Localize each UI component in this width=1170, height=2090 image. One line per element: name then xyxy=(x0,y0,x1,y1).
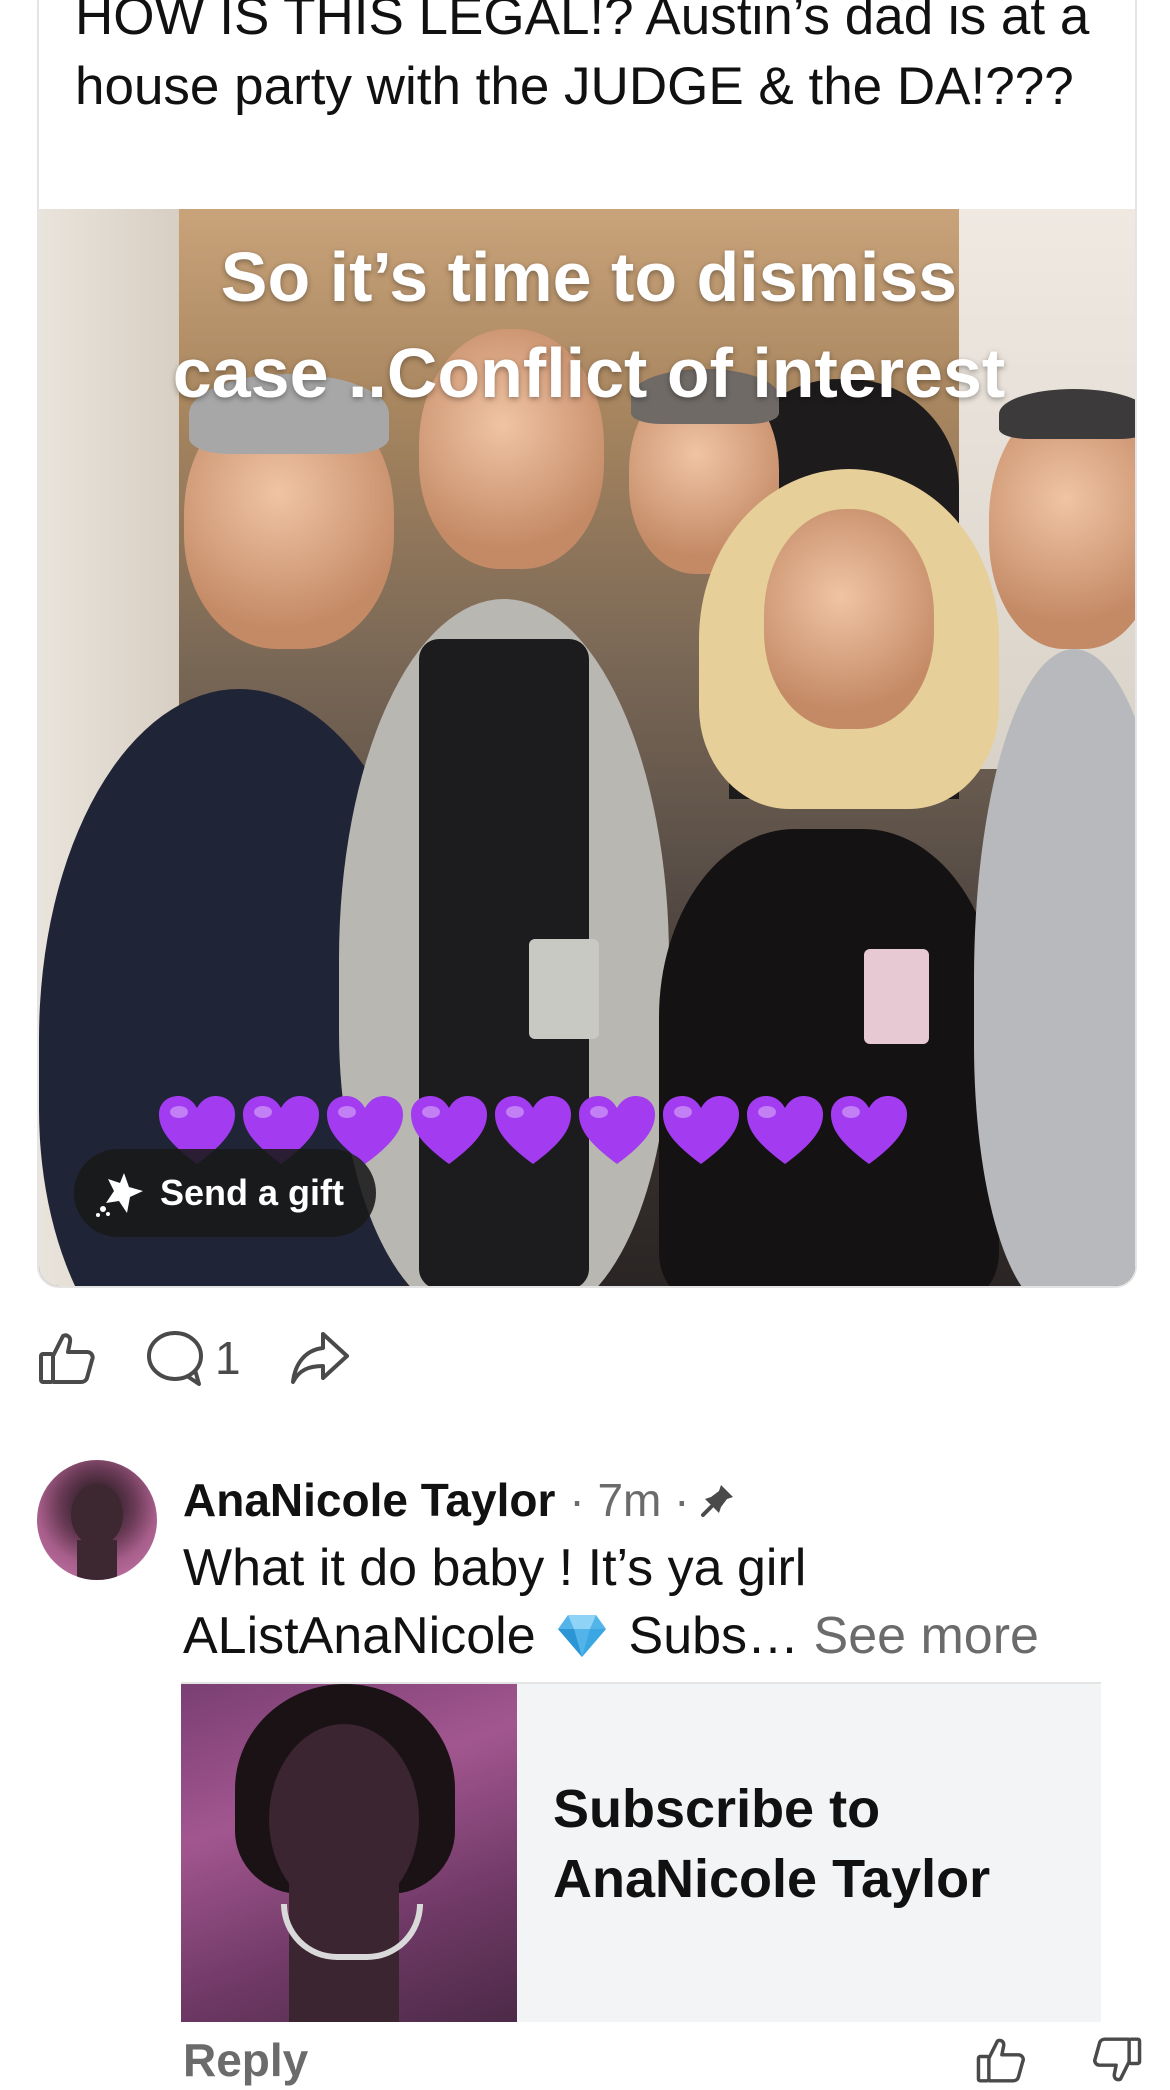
thumbs-up-icon xyxy=(39,1333,95,1384)
pin-icon xyxy=(701,1485,734,1517)
comment-votes xyxy=(975,2034,1143,2086)
comment-body: What it do baby ! It’s ya girl AListAnaN… xyxy=(183,1534,1143,1670)
comment-body-line-2: AListAnaNicole Subs… See more xyxy=(183,1602,1143,1670)
sparkle-gift-icon xyxy=(96,1173,143,1217)
comment-meta: · 7m · xyxy=(569,1474,690,1526)
send-gift-label: Send a gift xyxy=(160,1172,345,1213)
diamond-gem-icon xyxy=(558,1615,607,1657)
image-cup-right xyxy=(864,949,929,1044)
see-more-link[interactable]: See more xyxy=(814,1607,1039,1665)
thumb-face xyxy=(269,1724,419,1914)
comment-count: 1 xyxy=(215,1332,241,1384)
share-button[interactable] xyxy=(289,1328,351,1388)
purple-heart-icon xyxy=(495,1096,571,1164)
comment-body-truncated: Subs… xyxy=(628,1607,800,1665)
purple-heart-icon xyxy=(663,1096,739,1164)
post-title[interactable]: HOW IS THIS LEGAL!? Austin’s dad is at a… xyxy=(75,0,1115,122)
subscribe-card-title: Subscribe to AnaNicole Taylor xyxy=(553,1779,991,1909)
image-cup-left xyxy=(529,939,599,1039)
like-button[interactable] xyxy=(37,1328,97,1388)
purple-heart-icon xyxy=(831,1096,907,1164)
purple-heart-icon xyxy=(411,1096,487,1164)
comment-author-name[interactable]: AnaNicole Taylor xyxy=(183,1473,555,1527)
send-gift-button[interactable]: Send a gift xyxy=(74,1149,377,1237)
image-person-4-head xyxy=(764,509,934,729)
subscribe-card[interactable]: Subscribe to AnaNicole Taylor xyxy=(181,1682,1101,2022)
comment-body-line-1: What it do baby ! It’s ya girl xyxy=(183,1539,807,1597)
purple-heart-icon xyxy=(579,1096,655,1164)
purple-heart-icon xyxy=(747,1096,823,1164)
image-caption-line-2: case ..Conflict of interest xyxy=(172,334,1006,412)
comment: AnaNicole Taylor · 7m · What it do baby … xyxy=(37,1460,1142,2086)
comment-button[interactable]: 1 xyxy=(145,1328,241,1388)
comment-bubble-icon xyxy=(147,1331,203,1386)
image-caption-line-1: So it’s time to dismiss xyxy=(220,238,958,316)
reply-button[interactable]: Reply xyxy=(183,2033,308,2087)
post-card: HOW IS THIS LEGAL!? Austin’s dad is at a… xyxy=(37,0,1137,1288)
comment-author-avatar[interactable] xyxy=(37,1460,157,1580)
comment-body-handle: AListAnaNicole xyxy=(183,1607,536,1665)
image-person-4-dress xyxy=(659,829,999,1286)
thumbs-up-icon[interactable] xyxy=(975,2034,1027,2086)
share-arrow-icon xyxy=(290,1332,349,1384)
comment-footer: Reply xyxy=(183,2030,1143,2090)
post-actions-bar: 1 xyxy=(37,1322,399,1394)
post-image[interactable]: So it’s time to dismiss case ..Conflict … xyxy=(39,209,1135,1286)
subscribe-card-thumbnail xyxy=(181,1684,517,2022)
avatar-neck xyxy=(77,1540,117,1580)
comment-header: AnaNicole Taylor · 7m · xyxy=(183,1470,737,1530)
thumbs-down-icon[interactable] xyxy=(1091,2034,1143,2086)
avatar-face xyxy=(71,1484,123,1546)
